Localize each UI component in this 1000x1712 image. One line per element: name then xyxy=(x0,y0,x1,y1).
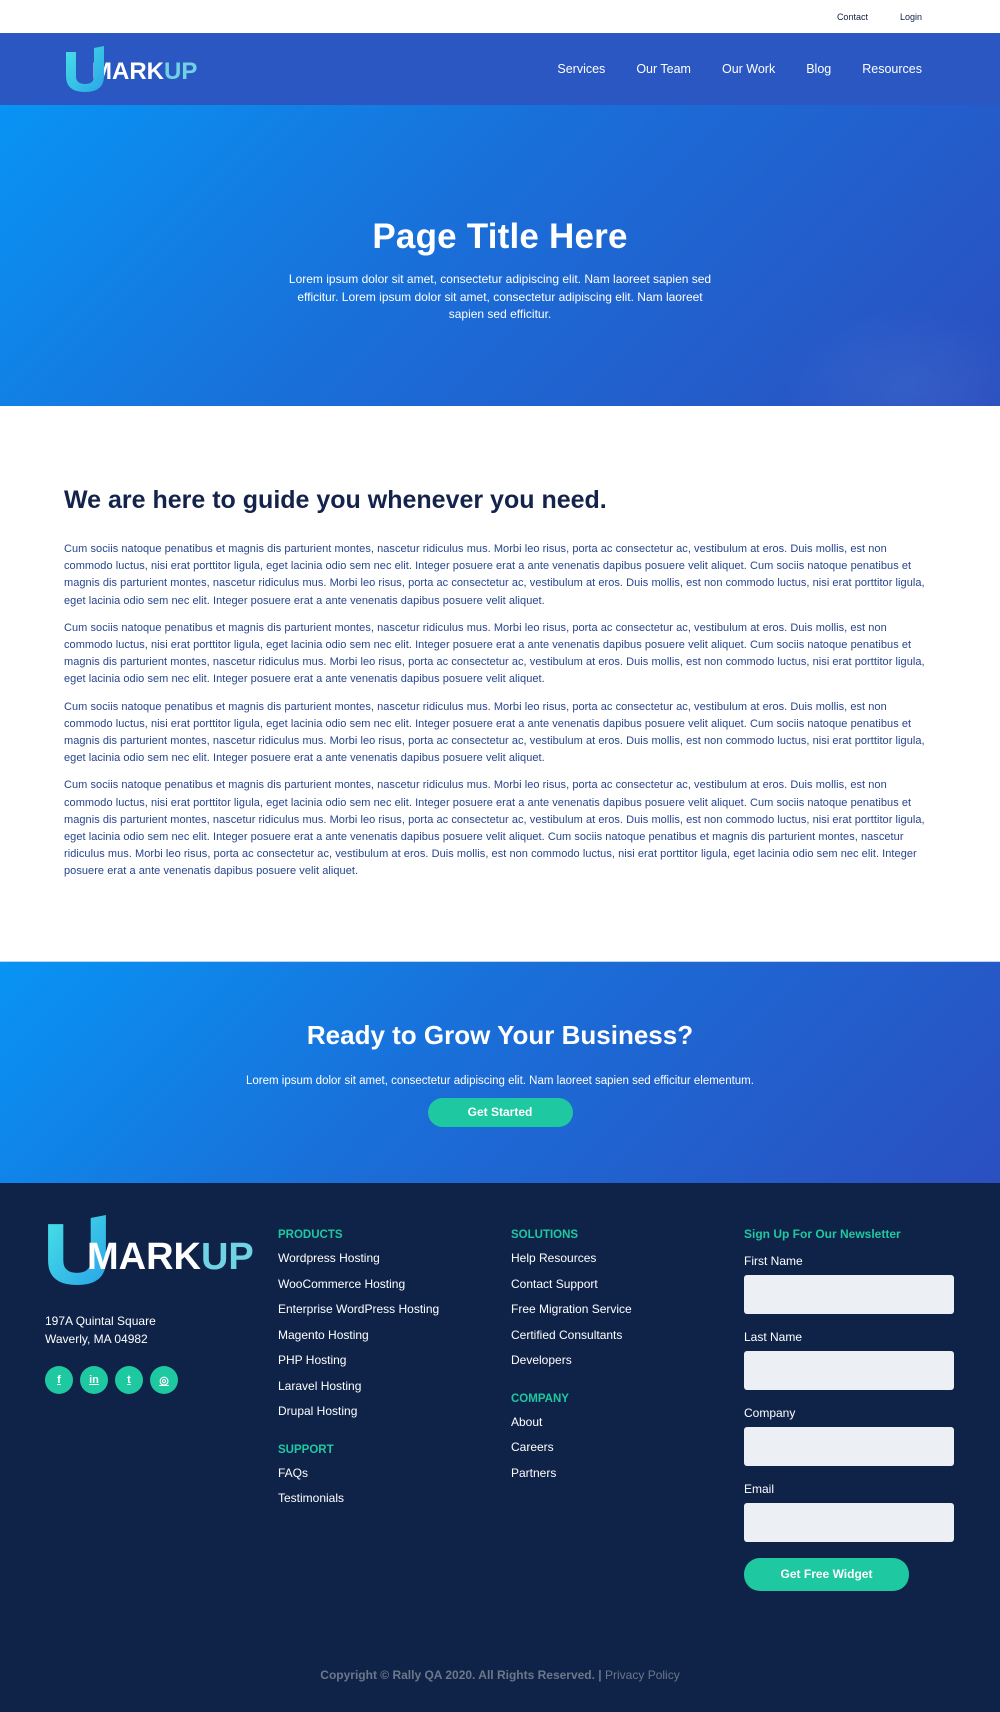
nav-item-resources[interactable]: Resources xyxy=(862,62,922,76)
contact-link[interactable]: Contact xyxy=(837,12,868,22)
footer-address: 197A Quintal Square Waverly, MA 04982 xyxy=(45,1313,278,1348)
cta-section: Ready to Grow Your Business? Lorem ipsum… xyxy=(0,961,1000,1183)
support-heading: SUPPORT xyxy=(278,1443,334,1456)
hero-section: Page Title Here Lorem ipsum dolor sit am… xyxy=(0,105,1000,406)
footer-logo[interactable]: MARKUP xyxy=(45,1215,278,1285)
utility-bar: Contact Login xyxy=(0,0,1000,33)
newsletter-title: Sign Up For Our Newsletter xyxy=(744,1227,901,1241)
nav-menu: Services Our Team Our Work Blog Resource… xyxy=(557,62,922,76)
login-link[interactable]: Login xyxy=(900,12,922,22)
footer-link-enterprise-wordpress-hosting[interactable]: Enterprise WordPress Hosting xyxy=(278,1302,511,1317)
footer-link-magento-hosting[interactable]: Magento Hosting xyxy=(278,1328,511,1343)
footer-link-certified-consultants[interactable]: Certified Consultants xyxy=(511,1328,744,1343)
footer-link-about[interactable]: About xyxy=(511,1415,744,1430)
footer-link-drupal-hosting[interactable]: Drupal Hosting xyxy=(278,1404,511,1419)
main-nav: MARKUP Services Our Team Our Work Blog R… xyxy=(0,33,1000,105)
twitter-icon[interactable]: t xyxy=(115,1366,143,1394)
footer-link-testimonials[interactable]: Testimonials xyxy=(278,1491,511,1506)
footer-brand-column: MARKUP 197A Quintal Square Waverly, MA 0… xyxy=(45,1215,278,1591)
logo-u-icon xyxy=(64,46,106,92)
company-field[interactable] xyxy=(744,1427,954,1466)
address-line: 197A Quintal Square xyxy=(45,1314,156,1328)
copyright-text: Copyright © Rally QA 2020. All Rights Re… xyxy=(320,1668,602,1682)
nav-item-our-team[interactable]: Our Team xyxy=(636,62,691,76)
footer-logo-wordmark: MARKUP xyxy=(87,1236,254,1278)
content-paragraph: Cum sociis natoque penatibus et magnis d… xyxy=(64,700,925,765)
content-paragraph: Cum sociis natoque penatibus et magnis d… xyxy=(64,779,925,878)
cta-text: Lorem ipsum dolor sit amet, consectetur … xyxy=(246,1075,754,1087)
facebook-icon[interactable]: f xyxy=(45,1366,73,1394)
address-line: Waverly, MA 04982 xyxy=(45,1331,148,1346)
linkedin-icon[interactable]: in xyxy=(80,1366,108,1394)
nav-item-blog[interactable]: Blog xyxy=(806,62,831,76)
logo-wordmark: MARKUP xyxy=(92,58,198,85)
footer-link-help-resources[interactable]: Help Resources xyxy=(511,1251,744,1266)
nav-item-our-work[interactable]: Our Work xyxy=(722,62,775,76)
privacy-policy-link[interactable]: Privacy Policy xyxy=(605,1668,680,1682)
footer-link-faqs[interactable]: FAQs xyxy=(278,1466,511,1481)
footer-link-developers[interactable]: Developers xyxy=(511,1353,744,1368)
last-name-field[interactable] xyxy=(744,1351,954,1390)
content-section: We are here to guide you whenever you ne… xyxy=(0,406,1000,961)
instagram-icon[interactable]: ◎ xyxy=(150,1366,178,1394)
email-label: Email xyxy=(744,1482,775,1496)
copyright: Copyright © Rally QA 2020. All Rights Re… xyxy=(0,1668,1000,1682)
footer-link-laravel-hosting[interactable]: Laravel Hosting xyxy=(278,1379,511,1394)
footer-link-partners[interactable]: Partners xyxy=(511,1466,744,1481)
footer: MARKUP 197A Quintal Square Waverly, MA 0… xyxy=(0,1183,1000,1712)
cta-title: Ready to Grow Your Business? xyxy=(306,1020,694,1050)
last-name-label: Last Name xyxy=(744,1330,803,1344)
company-heading: COMPANY xyxy=(511,1392,569,1405)
content-paragraph: Cum sociis natoque penatibus et magnis d… xyxy=(64,621,925,686)
footer-link-php-hosting[interactable]: PHP Hosting xyxy=(278,1353,511,1368)
footer-products-column: PRODUCTS Wordpress Hosting WooCommerce H… xyxy=(278,1215,511,1591)
solutions-heading: SOLUTIONS xyxy=(511,1229,579,1241)
content-paragraph: Cum sociis natoque penatibus et magnis d… xyxy=(64,543,925,607)
footer-solutions-column: SOLUTIONS Help Resources Contact Support… xyxy=(511,1215,744,1591)
first-name-field[interactable] xyxy=(744,1275,954,1314)
products-heading: PRODUCTS xyxy=(278,1229,343,1241)
email-field[interactable] xyxy=(744,1503,954,1542)
footer-link-wordpress-hosting[interactable]: Wordpress Hosting xyxy=(278,1251,511,1266)
content-heading: We are here to guide you whenever you ne… xyxy=(64,486,607,514)
hero-subtitle: Lorem ipsum dolor sit amet, consectetur … xyxy=(288,272,712,321)
company-label: Company xyxy=(744,1406,796,1420)
get-started-button[interactable]: Get Started xyxy=(427,1098,573,1127)
footer-link-free-migration-service[interactable]: Free Migration Service xyxy=(511,1302,744,1317)
footer-link-contact-support[interactable]: Contact Support xyxy=(511,1277,744,1292)
first-name-label: First Name xyxy=(744,1254,803,1268)
get-free-widget-button[interactable]: Get Free Widget xyxy=(744,1558,909,1591)
footer-link-careers[interactable]: Careers xyxy=(511,1440,744,1455)
social-links: f in t ◎ xyxy=(45,1366,278,1394)
nav-item-services[interactable]: Services xyxy=(557,62,605,76)
newsletter-form: Sign Up For Our Newsletter First Name La… xyxy=(744,1215,954,1591)
header-logo[interactable]: MARKUP xyxy=(64,46,197,92)
footer-link-woocommerce-hosting[interactable]: WooCommerce Hosting xyxy=(278,1277,511,1292)
page-title: Page Title Here xyxy=(372,217,628,256)
